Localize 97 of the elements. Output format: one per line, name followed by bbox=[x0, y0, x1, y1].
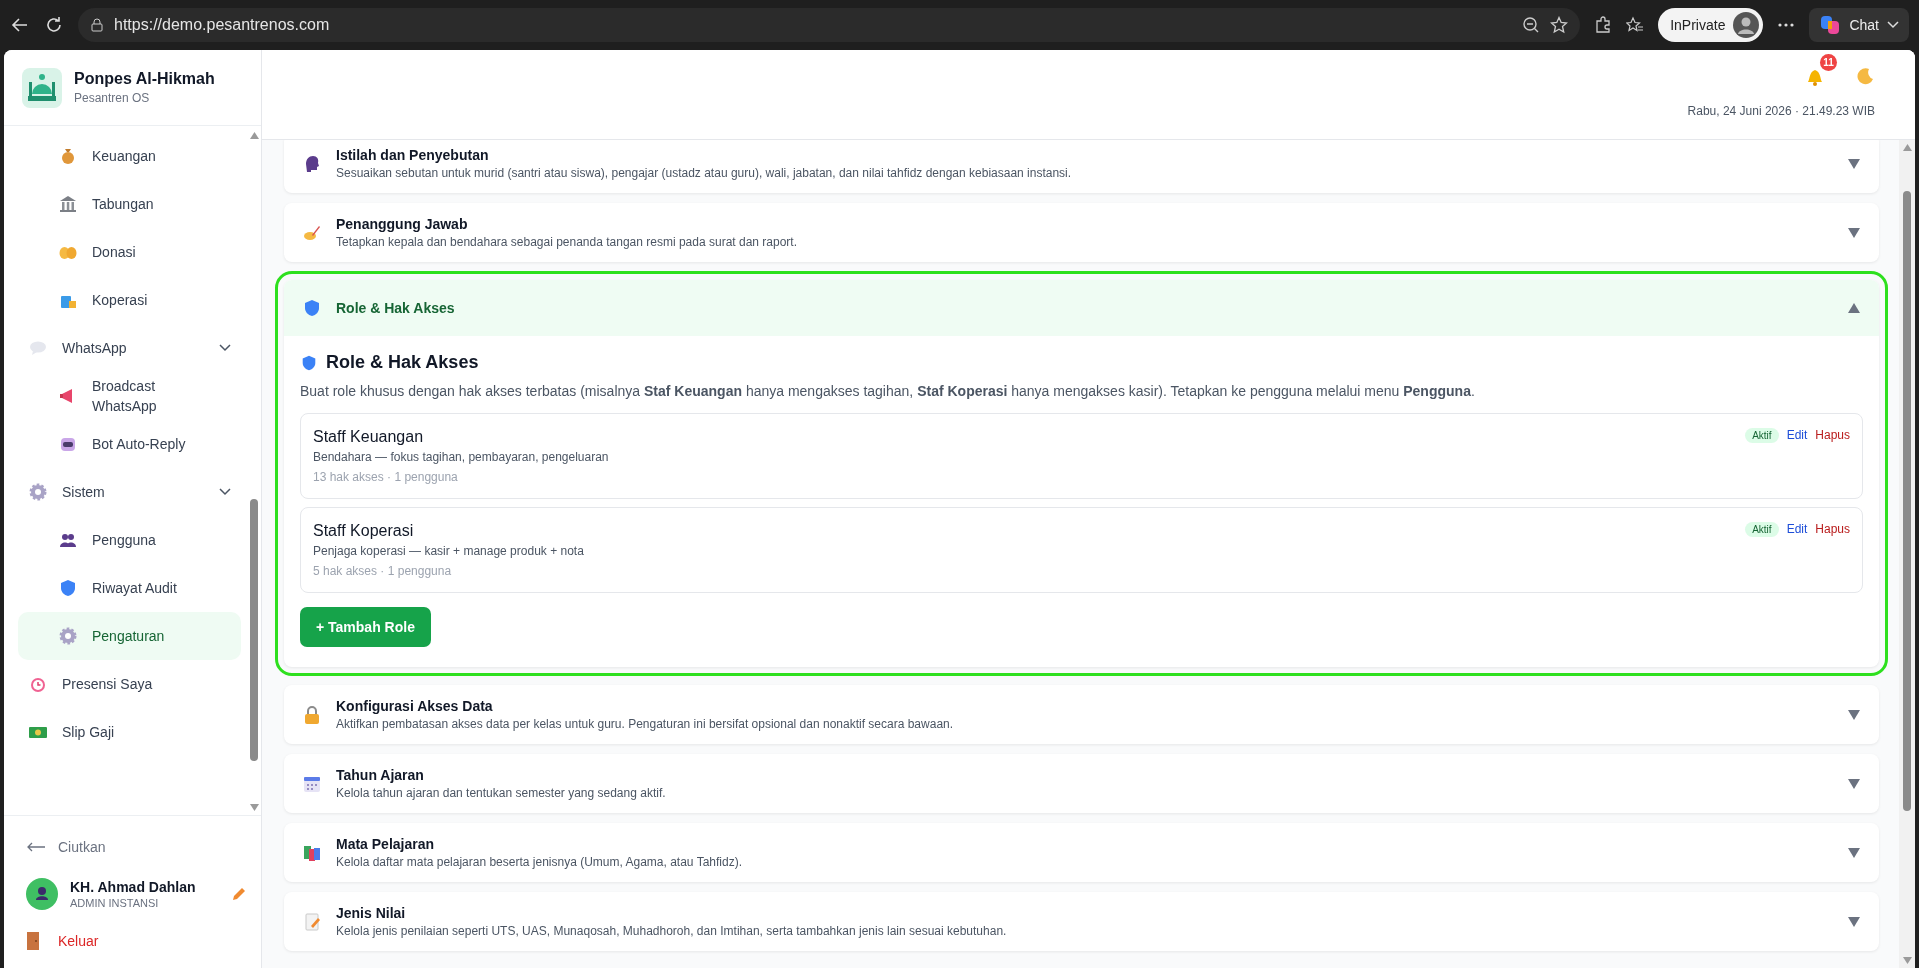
shield-icon bbox=[300, 353, 318, 372]
sidebar-item[interactable]: Tabungan bbox=[18, 180, 241, 228]
pencil-icon[interactable] bbox=[231, 886, 247, 902]
accordion-header[interactable]: Tahun Ajaran Kelola tahun ajaran dan tentukan semester yang sedang aktif. bbox=[284, 754, 1879, 813]
shield-icon bbox=[302, 298, 322, 318]
role-description: Penjaga koperasi — kasir + manage produk + nota bbox=[313, 544, 585, 558]
sidebar-item[interactable]: Keuangan bbox=[18, 132, 241, 180]
puzzle-icon[interactable] bbox=[1594, 16, 1613, 34]
scroll-up-icon[interactable] bbox=[249, 132, 259, 139]
sidebar-item[interactable]: Pengguna bbox=[18, 516, 241, 564]
section-title: Istilah dan Penyebutan bbox=[336, 147, 490, 163]
status-badge: Aktif bbox=[1745, 522, 1779, 537]
section-title: Penanggung Jawab bbox=[336, 216, 469, 232]
expand-icon[interactable] bbox=[1847, 157, 1861, 170]
page-scrollbar[interactable] bbox=[1899, 140, 1915, 968]
scroll-up-icon[interactable] bbox=[1902, 144, 1912, 151]
role-meta: 5 hak akses · 1 pengguna bbox=[313, 564, 453, 578]
scrollbar-thumb[interactable] bbox=[1903, 191, 1911, 811]
bank-icon bbox=[58, 194, 78, 214]
gear-icon bbox=[28, 482, 48, 502]
user-name: KH. Ahmad Dahlan bbox=[70, 879, 197, 895]
accordion-header[interactable]: Mata Pelajaran Kelola daftar mata pelajaran beserta jenisnya (Umum, Agama, atau Tahfidz). bbox=[284, 823, 1879, 882]
accordion-header[interactable]: Jenis Nilai Kelola jenis penilaian seperti UTS, UAS, Munaqosah, Muhadhoroh, dan Imtihan, serta tambahkan jenis lain sesuai kebutuhan. bbox=[284, 892, 1879, 951]
date-time: Rabu, 24 Juni 2026 · 21.49.23 WIB bbox=[1687, 104, 1875, 118]
accordion-header[interactable]: Penanggung Jawab Tetapkan kepala dan bendahara sebagai penanda tangan resmi pada surat dan raport. bbox=[284, 203, 1879, 262]
app-name: Ponpes Al-Hikmah bbox=[74, 70, 215, 88]
section-description: Sesuaikan sebutan untuk murid (santri atau siswa), pengajar (ustadz atau guru), wali, jabatan, dan nilai tahfidz dengan kebiasaan instansi. bbox=[336, 166, 1073, 180]
sidebar-item[interactable]: Pengaturan bbox=[18, 612, 241, 660]
lock-icon bbox=[90, 18, 104, 32]
section-title: Konfigurasi Akses Data bbox=[336, 698, 494, 714]
delete-link[interactable]: Hapus bbox=[1815, 428, 1850, 442]
zoom-out-icon[interactable] bbox=[1522, 16, 1541, 34]
logout-button[interactable]: Keluar bbox=[26, 924, 247, 958]
arrow-left-icon bbox=[26, 842, 46, 852]
address-bar[interactable]: https://demo.pesantrenos.com bbox=[78, 8, 1581, 42]
scrollbar-thumb[interactable] bbox=[250, 499, 258, 761]
chevron-down-icon[interactable] bbox=[219, 488, 231, 496]
section-title: Jenis Nilai bbox=[336, 905, 407, 921]
status-badge: Aktif bbox=[1745, 428, 1779, 443]
notification-count: 11 bbox=[1820, 54, 1837, 71]
chat-button[interactable]: Chat bbox=[1809, 8, 1909, 42]
section-description: Kelola daftar mata pelajaran beserta jenisnya (Umum, Agama, atau Tahfidz). bbox=[336, 855, 743, 869]
section-description: Kelola jenis penilaian seperti UTS, UAS, Munaqosah, Muhadhoroh, dan Imtihan, serta tambahkan jenis lain sesuai kebutuhan. bbox=[336, 924, 1008, 938]
panel-description: Buat role khusus dengan hak akses terbatas (misalnya Staf Keuangan hanya mengakses tagihan, Staf Koperasi hanya mengakses kasir). Tetapkan ke pengguna melalui menu Pengguna. bbox=[300, 383, 1476, 399]
memo-icon bbox=[302, 911, 322, 932]
role-name: Staff Keuangan bbox=[313, 428, 425, 446]
expand-icon[interactable] bbox=[1847, 226, 1861, 239]
sidebar-item[interactable]: WhatsApp bbox=[18, 324, 241, 372]
scroll-down-icon[interactable] bbox=[1902, 957, 1912, 964]
lock-icon bbox=[302, 704, 322, 725]
sidebar-item[interactable]: Riwayat Audit bbox=[18, 564, 241, 612]
expand-icon[interactable] bbox=[1847, 915, 1861, 928]
gear-icon bbox=[58, 626, 78, 646]
refresh-icon[interactable] bbox=[44, 15, 64, 35]
expand-icon[interactable] bbox=[1847, 846, 1861, 859]
collapse-icon[interactable] bbox=[1847, 302, 1861, 314]
collapse-button[interactable]: Ciutkan bbox=[26, 830, 247, 864]
favorites-icon[interactable] bbox=[1626, 16, 1645, 34]
edit-link[interactable]: Edit bbox=[1786, 428, 1808, 442]
section-title: Role & Hak Akses bbox=[336, 300, 456, 316]
avatar-icon bbox=[1733, 12, 1760, 38]
sidebar-item[interactable]: Presensi Saya bbox=[18, 660, 241, 708]
mosque-logo bbox=[22, 67, 62, 108]
accordion-header[interactable]: Konfigurasi Akses Data Aktifkan pembatasan akses data per kelas untuk guru. Pengaturan ini bersifat opsional dan nonaktif secara bawaan. bbox=[284, 685, 1879, 744]
role-meta: 13 hak akses · 1 pengguna bbox=[313, 470, 459, 484]
sidebar-item[interactable]: Sistem bbox=[18, 468, 241, 516]
profile-button[interactable]: InPrivate bbox=[1658, 8, 1764, 42]
accordion-header[interactable]: Role & Hak Akses bbox=[284, 280, 1879, 336]
section-title: Tahun Ajaran bbox=[336, 767, 425, 783]
more-icon[interactable] bbox=[1777, 22, 1796, 28]
url-text: https://demo.pesantrenos.com bbox=[114, 16, 330, 34]
section-description: Kelola tahun ajaran dan tentukan semester yang sedang aktif. bbox=[336, 786, 667, 800]
door-icon bbox=[26, 931, 40, 951]
shield-icon bbox=[58, 578, 78, 598]
role-description: Bendahara — fokus tagihan, pembayaran, pengeluaran bbox=[313, 450, 610, 464]
sidebar-item[interactable]: Slip Gaji bbox=[18, 708, 241, 756]
delete-link[interactable]: Hapus bbox=[1815, 522, 1850, 536]
expand-icon[interactable] bbox=[1847, 708, 1861, 721]
section-description: Aktifkan pembatasan akses data per kelas untuk guru. Pengaturan ini bersifat opsional dan nonaktif secara bawaan. bbox=[336, 717, 955, 731]
app-subtitle: Pesantren OS bbox=[74, 91, 151, 105]
user-role: ADMIN INSTANSI bbox=[70, 897, 160, 909]
expand-icon[interactable] bbox=[1847, 777, 1861, 790]
sidebar-item[interactable]: Koperasi bbox=[18, 276, 241, 324]
panel-heading: Role & Hak Akses bbox=[326, 352, 479, 373]
role-name: Staff Koperasi bbox=[313, 522, 415, 540]
section-title: Mata Pelajaran bbox=[336, 836, 436, 852]
sidebar-item[interactable]: Donasi bbox=[18, 228, 241, 276]
chevron-down-icon[interactable] bbox=[219, 344, 231, 352]
edit-link[interactable]: Edit bbox=[1786, 522, 1808, 536]
accordion-header[interactable]: Istilah dan Penyebutan Sesuaikan sebutan untuk murid (santri atau siswa), pengajar (ustadz atau guru), wali, jabatan, dan nilai tahfidz dengan kebiasaan instansi. bbox=[284, 140, 1879, 193]
star-icon[interactable] bbox=[1550, 16, 1569, 34]
copilot-icon bbox=[1819, 14, 1842, 36]
section-description: Tetapkan kepala dan bendahara sebagai penanda tangan resmi pada surat dan raport. bbox=[336, 235, 798, 249]
sidebar-item[interactable]: Broadcast WhatsApp bbox=[18, 372, 241, 420]
sidebar-item[interactable]: Bot Auto-Reply bbox=[18, 420, 241, 468]
avatar bbox=[26, 878, 58, 910]
scroll-down-icon[interactable] bbox=[249, 804, 259, 811]
